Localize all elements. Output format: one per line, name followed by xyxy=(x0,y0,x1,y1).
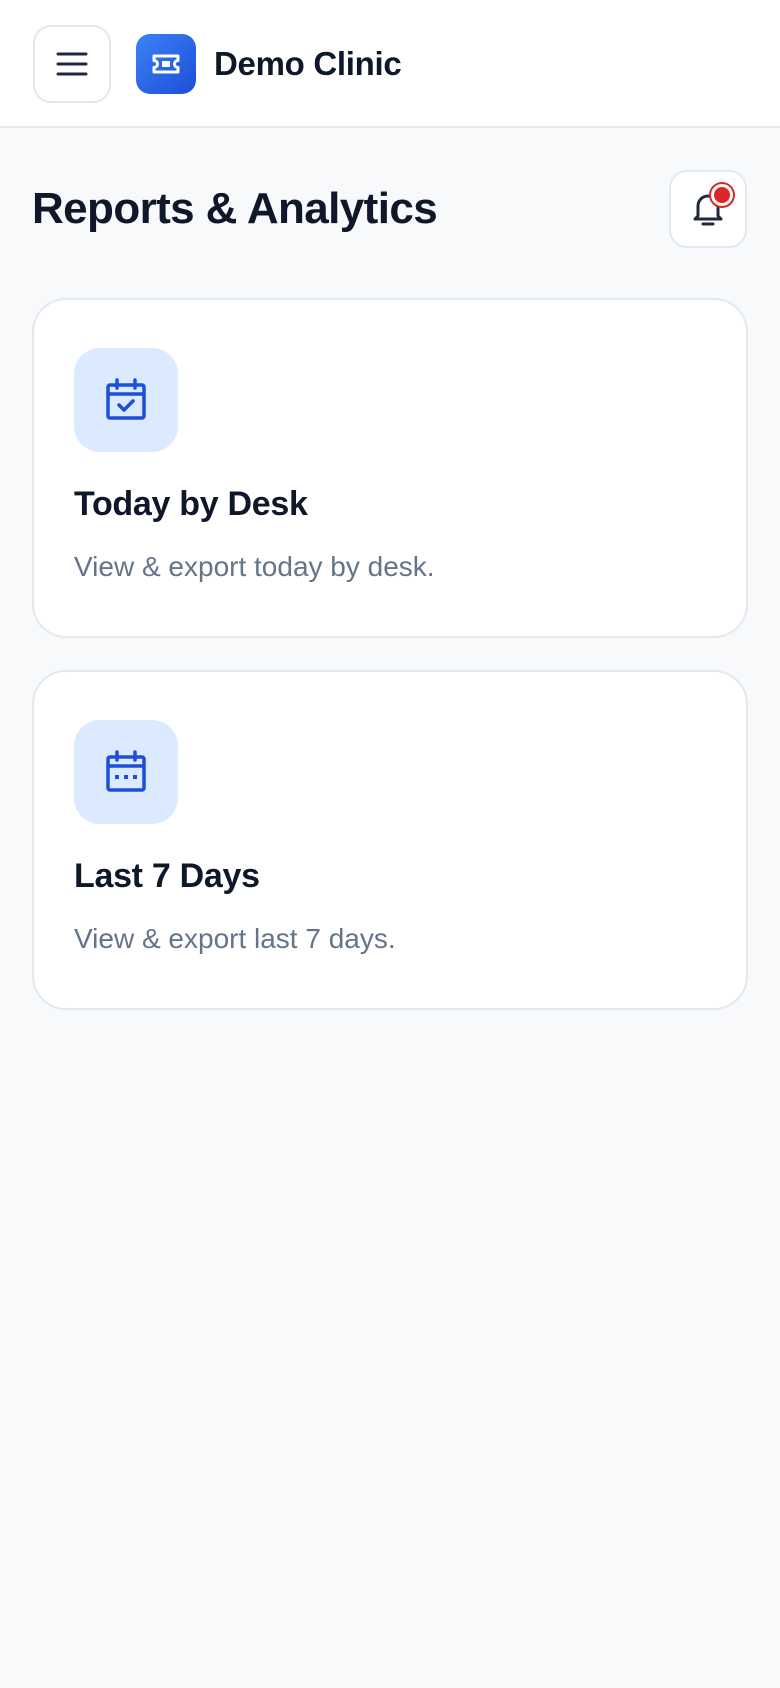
calendar-dots-icon xyxy=(106,750,146,792)
report-description: View & export today by desk. xyxy=(74,551,435,582)
notifications-button[interactable] xyxy=(669,170,747,248)
ticket-icon xyxy=(152,54,180,74)
report-card-today-by-desk[interactable]: Today by Desk View & export today by des… xyxy=(32,298,748,638)
brand-name: Demo Clinic xyxy=(214,45,402,82)
page-title: Reports & Analytics xyxy=(32,184,438,233)
report-title: Today by Desk xyxy=(74,485,308,523)
report-card-last-7-days[interactable]: Last 7 Days View & export last 7 days. xyxy=(32,670,748,1010)
hamburger-menu-icon xyxy=(56,52,88,76)
notification-badge xyxy=(711,184,733,206)
brand-logo[interactable] xyxy=(136,34,196,94)
report-icon-container xyxy=(74,720,178,824)
menu-button[interactable] xyxy=(33,25,111,103)
report-description: View & export last 7 days. xyxy=(74,923,396,954)
top-bar: Demo Clinic xyxy=(0,0,780,128)
report-title: Last 7 Days xyxy=(74,857,260,895)
report-icon-container xyxy=(74,348,178,452)
calendar-check-icon xyxy=(106,378,146,420)
